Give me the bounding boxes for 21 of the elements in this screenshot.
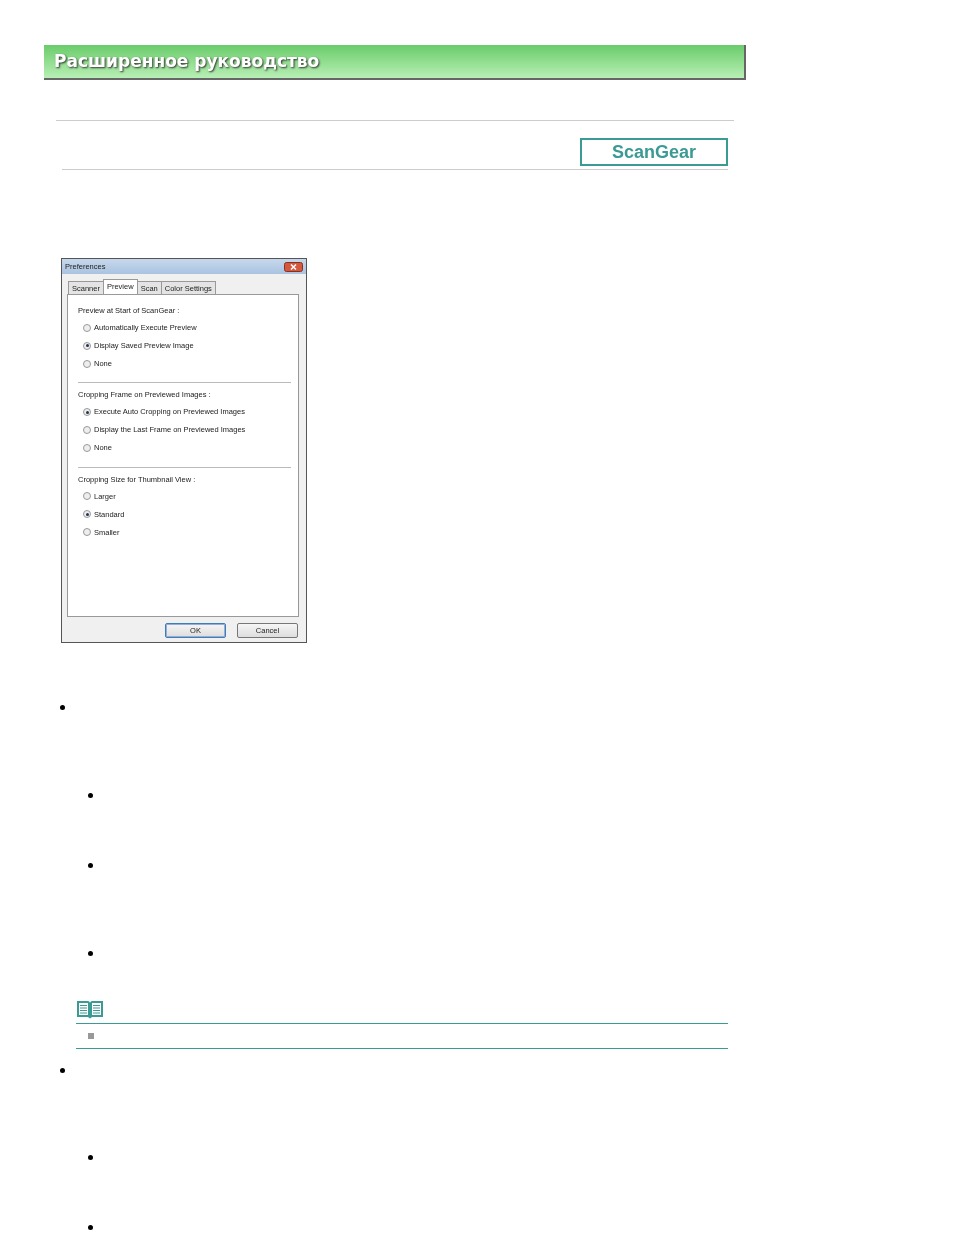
bullet-icon: [88, 1225, 93, 1230]
radio-button[interactable]: [83, 444, 91, 452]
radio-button[interactable]: [83, 341, 91, 350]
bullet-icon: [60, 705, 65, 710]
close-icon[interactable]: [284, 261, 303, 272]
radio-button[interactable]: [83, 492, 91, 501]
radio-button[interactable]: [83, 359, 91, 368]
bullet-icon: [88, 1033, 94, 1039]
radio-button[interactable]: [83, 528, 91, 537]
radio-button[interactable]: [83, 323, 91, 332]
radio-button[interactable]: [83, 426, 91, 434]
bullet-icon: [88, 1155, 93, 1160]
product-label: ScanGear: [580, 138, 728, 166]
bullet-icon: [88, 951, 93, 956]
bullet-icon: [60, 1068, 65, 1073]
radio-button[interactable]: [83, 408, 91, 416]
radio-button[interactable]: [83, 510, 91, 519]
bullet-icon: [88, 863, 93, 868]
book-icon: [76, 998, 104, 1019]
bullet-icon: [88, 793, 93, 798]
header-title: Расширенное руководство: [54, 49, 320, 73]
